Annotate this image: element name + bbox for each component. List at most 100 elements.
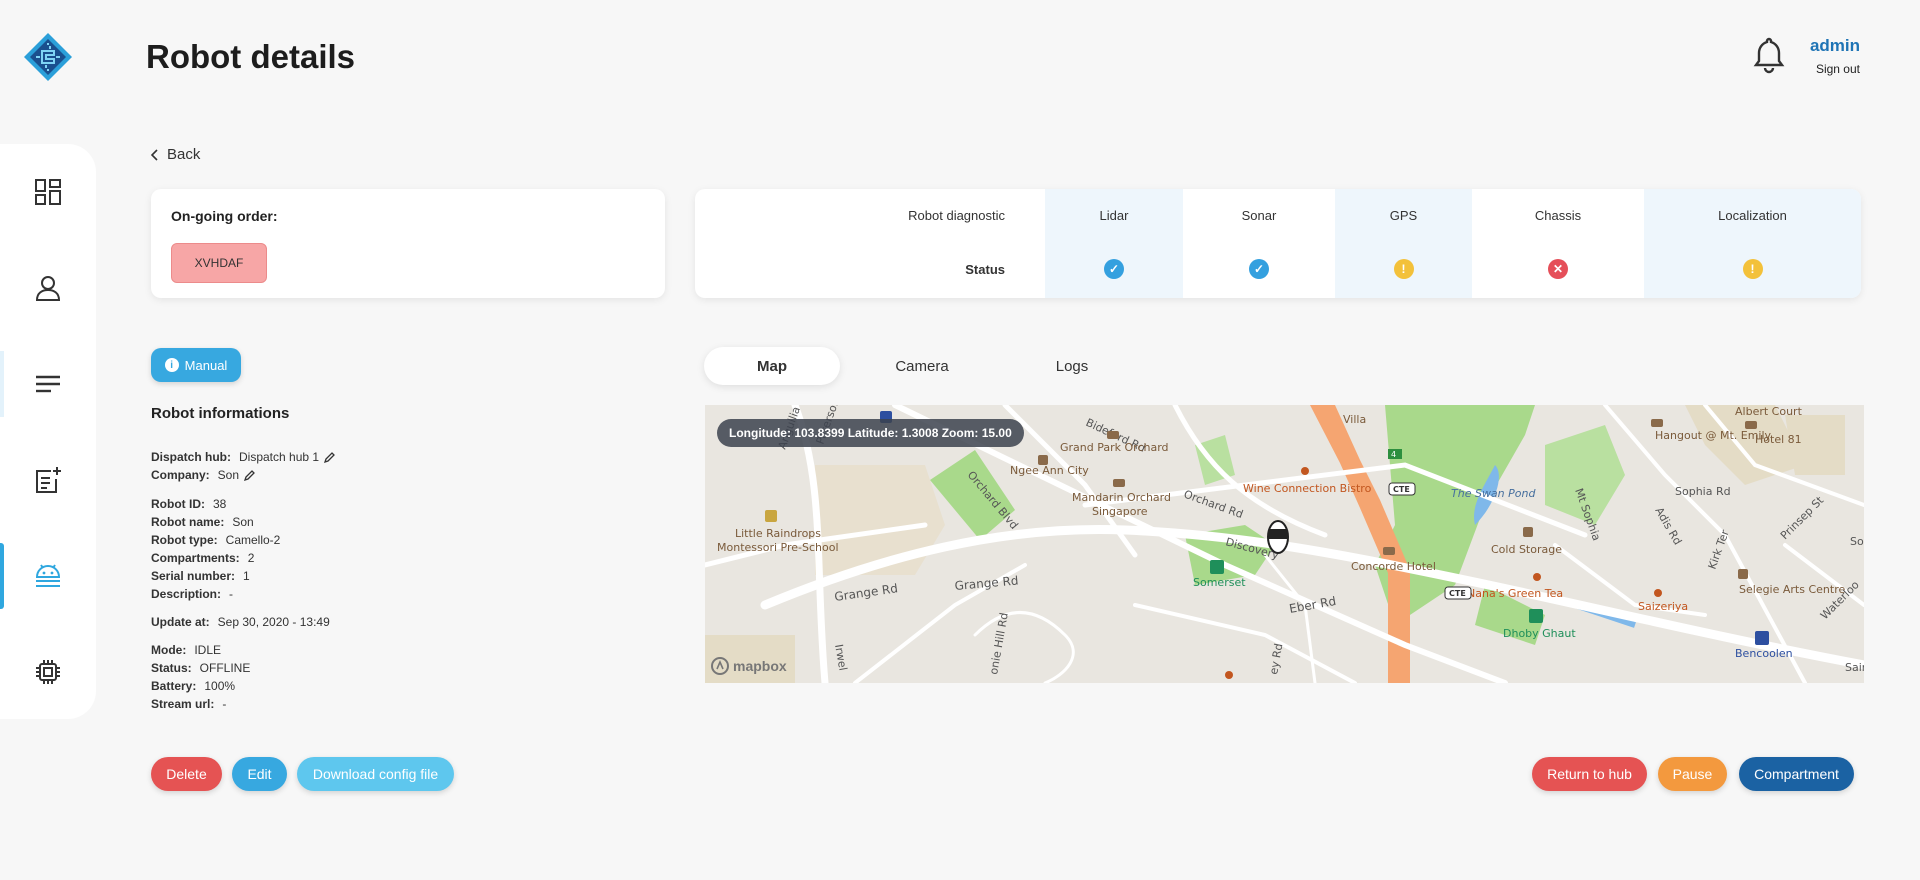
svg-text:Dhoby Ghaut: Dhoby Ghaut (1503, 627, 1576, 640)
android-robot-icon (35, 564, 61, 587)
svg-text:Sophia Rd: Sophia Rd (1675, 485, 1731, 498)
info-value: Sep 30, 2020 - 13:49 (217, 615, 330, 629)
tab-logs[interactable]: Logs (1004, 347, 1140, 385)
info-label: Update at: (151, 615, 210, 629)
warning-icon: ! (1742, 259, 1763, 279)
info-compartments: Compartments: 2 (151, 551, 254, 565)
info-value: 100% (204, 679, 236, 693)
pencil-icon[interactable] (323, 451, 336, 464)
diagnostic-name: Localization (1718, 208, 1787, 223)
diagnostic-name: Lidar (1099, 208, 1129, 223)
manual-mode-button[interactable]: i Manual (151, 348, 241, 382)
info-status: Status: OFFLINE (151, 661, 250, 675)
bell-icon[interactable] (1752, 35, 1786, 75)
info-icon: i (164, 358, 179, 372)
svg-text:Villa: Villa (1343, 413, 1366, 426)
svg-text:Singapore: Singapore (1092, 505, 1148, 518)
page-title: Robot details (146, 38, 356, 75)
svg-text:Sain: Sain (1845, 661, 1864, 674)
download-config-button[interactable]: Download config file (297, 757, 454, 791)
info-stream-url: Stream url: - (151, 697, 226, 711)
info-label: Robot name: (151, 515, 225, 529)
info-label: Status: (151, 661, 192, 675)
diagnostic-gps: GPS ! (1335, 189, 1472, 298)
svg-text:Little Raindrops: Little Raindrops (735, 527, 821, 540)
info-value: - (229, 587, 234, 601)
back-label: Back (167, 146, 201, 163)
info-label: Compartments: (151, 551, 240, 565)
info-value: 38 (212, 497, 227, 511)
svg-text:Mandarin Orchard: Mandarin Orchard (1072, 491, 1171, 504)
signout-link[interactable]: Sign out (1810, 62, 1860, 76)
diagnostic-name: Chassis (1534, 208, 1582, 223)
svg-text:Bencoolen: Bencoolen (1735, 647, 1793, 660)
info-robot-type: Robot type: Camello-2 (151, 533, 280, 547)
info-label: Serial number: (151, 569, 236, 583)
info-dispatch-hub: Dispatch hub: Dispatch hub 1 (151, 450, 336, 464)
app-logo (24, 33, 72, 81)
tab-camera[interactable]: Camera (854, 347, 990, 385)
diagnostic-status-label: Status (965, 262, 1005, 277)
order-code-chip[interactable]: XVHDAF (171, 243, 267, 283)
return-to-hub-button[interactable]: Return to hub (1532, 757, 1647, 791)
svg-text:Hotel 81: Hotel 81 (1755, 433, 1802, 446)
svg-text:CTE: CTE (1449, 589, 1466, 598)
chip-icon (36, 660, 60, 684)
info-company: Company: Son (151, 468, 256, 482)
info-mode: Mode: IDLE (151, 643, 221, 657)
pencil-icon[interactable] (243, 469, 256, 482)
ongoing-order-card: On-going order: XVHDAF (151, 189, 665, 298)
diagnostic-lidar: Lidar ✓ (1045, 189, 1183, 298)
sidebar-item-settings[interactable] (0, 639, 96, 705)
user-menu: admin Sign out (1810, 36, 1860, 76)
diagnostic-name: GPS (1389, 208, 1418, 223)
tab-map[interactable]: Map (704, 347, 840, 385)
edit-button[interactable]: Edit (232, 757, 287, 791)
info-value: Dispatch hub 1 (239, 450, 320, 464)
svg-text:Ngee Ann City: Ngee Ann City (1010, 464, 1089, 477)
svg-text:Selegie Arts Centre: Selegie Arts Centre (1739, 583, 1845, 596)
compartment-button[interactable]: Compartment (1739, 757, 1854, 791)
map-coordinates: Longitude: 103.8399 Latitude: 1.3008 Zoo… (717, 419, 1024, 447)
sidebar-item-robots[interactable] (0, 543, 96, 609)
info-robot-name: Robot name: Son (151, 515, 254, 529)
add-document-icon (36, 467, 61, 493)
robot-diagnostic-card: Robot diagnostic Status Lidar ✓ Sonar ✓ … (695, 189, 1861, 298)
robot-info-title: Robot informations (151, 405, 290, 422)
info-label: Company: (151, 468, 210, 482)
delete-button[interactable]: Delete (151, 757, 222, 791)
robot-map[interactable]: Bideford Rd Grand Park Orchard Villa Alb… (705, 405, 1864, 683)
username[interactable]: admin (1810, 36, 1860, 56)
svg-text:Somerset: Somerset (1193, 576, 1246, 589)
info-value: 1 (243, 569, 250, 583)
svg-text:Nana's Green Tea: Nana's Green Tea (1467, 587, 1563, 600)
ongoing-order-label: On-going order: (171, 208, 278, 224)
info-value: Son (217, 468, 240, 482)
pause-button[interactable]: Pause (1658, 757, 1727, 791)
sidebar-item-new-order[interactable] (0, 447, 96, 513)
info-label: Description: (151, 587, 222, 601)
mapbox-label: mapbox (733, 658, 787, 674)
user-icon (35, 276, 61, 301)
info-serial: Serial number: 1 (151, 569, 250, 583)
back-link[interactable]: Back (151, 146, 200, 163)
info-value: Camello-2 (225, 533, 281, 547)
svg-text:Sou: Sou (1850, 535, 1864, 548)
diagnostic-sonar: Sonar ✓ (1183, 189, 1335, 298)
error-icon: ✕ (1548, 259, 1568, 279)
sidebar-item-users[interactable] (0, 255, 96, 321)
mapbox-logo-icon (711, 657, 729, 675)
svg-text:Montessori Pre-School: Montessori Pre-School (717, 541, 839, 554)
info-robot-id: Robot ID: 38 (151, 497, 226, 511)
dashboard-icon (35, 179, 61, 205)
sidebar-item-dashboard[interactable] (0, 159, 96, 225)
check-icon: ✓ (1249, 259, 1269, 279)
info-value: Son (232, 515, 254, 529)
manual-label: Manual (184, 357, 228, 373)
diagnostic-row-labels: Robot diagnostic Status (695, 189, 1025, 298)
info-label: Robot ID: (151, 497, 205, 511)
info-label: Robot type: (151, 533, 218, 547)
chevron-left-icon (151, 148, 158, 161)
info-value: IDLE (194, 643, 222, 657)
sidebar-item-orders[interactable] (0, 351, 96, 417)
